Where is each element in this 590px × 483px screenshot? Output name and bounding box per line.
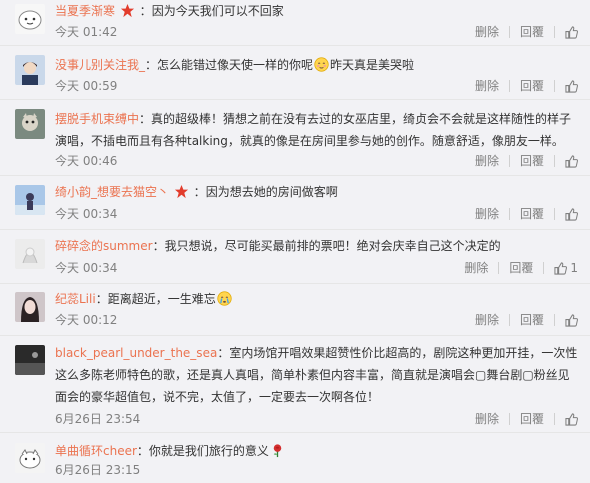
comment-time: 今天 01:42 <box>55 25 118 39</box>
comment-item: 绮小韵_想要去猫空丶 ：因为想去她的房间做客啊 今天 00:34 删除 回覆 <box>0 176 590 230</box>
username-link[interactable]: 纪蕊Lili <box>55 292 96 306</box>
comment-text: 怎么能错过像天使一样的你呢 <box>157 58 314 72</box>
comment-time: 今天 00:46 <box>55 154 118 168</box>
comment-time: 6月26日 23:54 <box>55 412 141 426</box>
username-link[interactable]: 碎碎念的summer <box>55 239 153 253</box>
comment-time: 今天 00:34 <box>55 207 118 221</box>
delete-button[interactable]: 删除 <box>475 410 499 428</box>
comment-text: 因为今天我们可以不回家 <box>151 4 284 18</box>
avatar[interactable] <box>15 443 45 473</box>
star-icon <box>174 184 188 199</box>
comment-text: 我只想说，尽可能买最前排的票吧！绝对会庆幸自己这个决定的 <box>164 239 501 253</box>
comment-item: 摆脱手机束缚中：真的超级棒！猜想之前在没有去过的女巫店里，绮贞会不会就是这样随性… <box>0 100 590 176</box>
comment-list: 当夏季渐寒 ：因为今天我们可以不回家 今天 01:42 删除 回覆 没事儿别关注… <box>0 0 590 483</box>
comment-text-after: 昨天真是美哭啦 <box>330 58 415 72</box>
thumbs-up-icon <box>554 261 568 275</box>
comment-item: 单曲循环cheer：你就是我们旅行的意义 6月26日 23:15 <box>0 433 590 483</box>
reply-button[interactable]: 回覆 <box>520 77 544 95</box>
comment-item: 纪蕊Lili：距离超近，一生难忘 今天 00:12 删除 回覆 <box>0 284 590 336</box>
username-link[interactable]: 单曲循环cheer <box>55 444 137 458</box>
star-icon <box>120 3 134 18</box>
like-button[interactable] <box>565 154 578 168</box>
reply-button[interactable]: 回覆 <box>520 205 544 223</box>
like-button[interactable]: 1 <box>554 259 578 277</box>
avatar[interactable] <box>15 345 45 375</box>
avatar[interactable] <box>15 55 45 85</box>
like-button[interactable] <box>565 313 578 327</box>
like-button[interactable] <box>565 25 578 39</box>
thumbs-up-icon <box>565 25 578 39</box>
avatar[interactable] <box>15 4 45 34</box>
comment-text: 因为想去她的房间做客啊 <box>205 185 338 199</box>
delete-button[interactable]: 删除 <box>464 259 488 277</box>
comment-time: 今天 00:12 <box>55 313 118 327</box>
reply-button[interactable]: 回覆 <box>520 23 544 41</box>
crying-face-emoji <box>217 291 232 306</box>
username-link[interactable]: 绮小韵_想要去猫空丶 <box>55 185 169 199</box>
reply-button[interactable]: 回覆 <box>520 152 544 170</box>
delete-button[interactable]: 删除 <box>475 77 499 95</box>
comment-item: 没事儿别关注我_：怎么能错过像天使一样的你呢 昨天真是美哭啦 今天 00:59 删… <box>0 46 590 100</box>
comment-item: 碎碎念的summer：我只想说，尽可能买最前排的票吧！绝对会庆幸自己这个决定的 … <box>0 230 590 284</box>
comment-time: 6月26日 23:15 <box>55 463 141 477</box>
comment-text: 你就是我们旅行的意义 <box>148 444 269 458</box>
reply-button[interactable]: 回覆 <box>520 311 544 329</box>
thumbs-up-icon <box>565 154 578 168</box>
username-link[interactable]: black_pearl_under_the_sea <box>55 346 217 360</box>
rose-emoji <box>273 444 282 458</box>
reply-button[interactable]: 回覆 <box>509 259 533 277</box>
comment-time: 今天 00:59 <box>55 79 118 93</box>
delete-button[interactable]: 删除 <box>475 311 499 329</box>
like-button[interactable] <box>565 207 578 221</box>
comment-item: 当夏季渐寒 ：因为今天我们可以不回家 今天 01:42 删除 回覆 <box>0 0 590 46</box>
like-button[interactable] <box>565 79 578 93</box>
username-link[interactable]: 摆脱手机束缚中 <box>55 112 139 126</box>
avatar[interactable] <box>15 109 45 139</box>
comment-time: 今天 00:34 <box>55 261 118 275</box>
delete-button[interactable]: 删除 <box>475 152 499 170</box>
reply-button[interactable]: 回覆 <box>520 410 544 428</box>
like-button[interactable] <box>565 412 578 426</box>
avatar[interactable] <box>15 239 45 269</box>
comment-item: black_pearl_under_the_sea：室内场馆开唱效果超赞性价比超… <box>0 336 590 433</box>
username-link[interactable]: 当夏季渐寒 <box>55 4 115 18</box>
thumbs-up-icon <box>565 412 578 426</box>
thumbs-up-icon <box>565 207 578 221</box>
blushing-face-emoji <box>314 57 329 72</box>
like-count: 1 <box>570 261 578 275</box>
avatar[interactable] <box>15 292 45 322</box>
delete-button[interactable]: 删除 <box>475 205 499 223</box>
username-link[interactable]: 没事儿别关注我_ <box>55 58 145 72</box>
comment-text: 距离超近，一生难忘 <box>107 292 216 306</box>
thumbs-up-icon <box>565 313 578 327</box>
thumbs-up-icon <box>565 79 578 93</box>
avatar[interactable] <box>15 185 45 215</box>
delete-button[interactable]: 删除 <box>475 23 499 41</box>
